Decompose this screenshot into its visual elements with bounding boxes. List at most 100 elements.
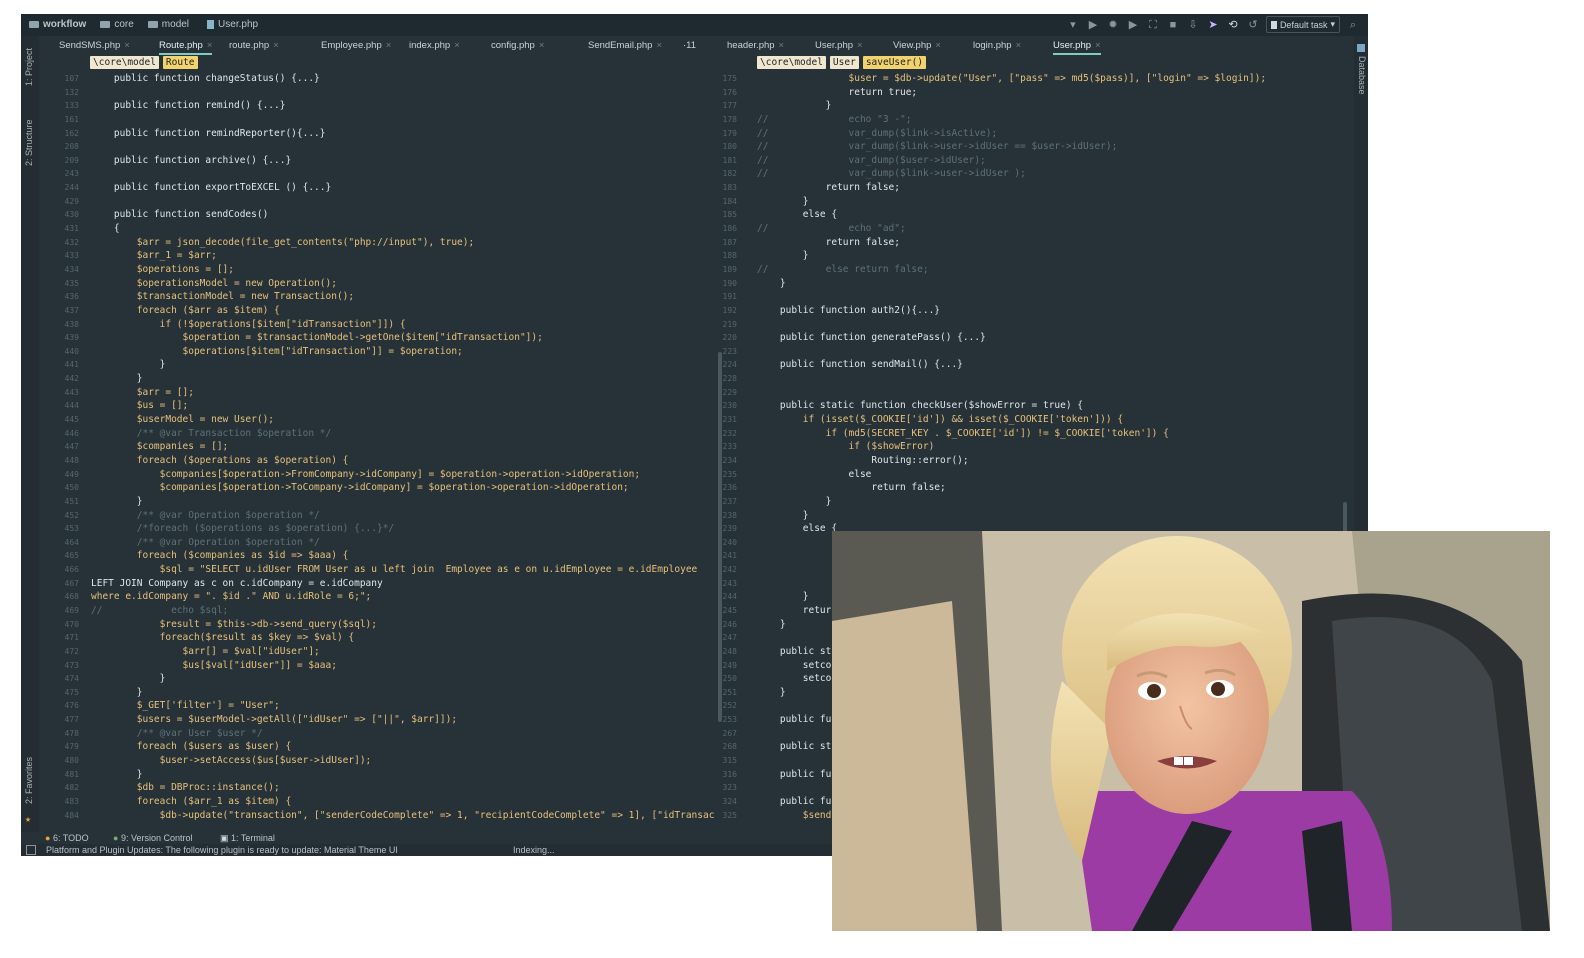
code-line[interactable] xyxy=(91,167,714,181)
code-line[interactable]: // echo "ad"; xyxy=(757,222,1266,236)
code-line[interactable]: $operation = $transactionModel->getOne($… xyxy=(91,331,714,345)
code-line[interactable]: Routing::error(); xyxy=(757,454,1266,468)
code-line[interactable]: if (!$operations[$item["idTransaction"]]… xyxy=(91,318,714,332)
close-icon[interactable]: × xyxy=(207,40,213,51)
method-crumb[interactable]: saveUser() xyxy=(862,56,927,69)
left-editor[interactable]: 107 132 133 161 162 208 209 243 244 429 430 431 432 4… xyxy=(39,72,729,832)
close-icon[interactable]: × xyxy=(656,40,662,51)
code-line[interactable]: public function sendCodes() xyxy=(91,208,714,222)
structure-panel-toggle[interactable]: 2: Structure xyxy=(24,119,34,166)
code-line[interactable] xyxy=(757,290,1266,304)
code-line[interactable]: public function auth2(){...} xyxy=(757,304,1266,318)
code-line[interactable]: $transactionModel = new Transaction(); xyxy=(91,290,714,304)
code-line[interactable]: public function sendMail() {...} xyxy=(757,358,1266,372)
code-line[interactable]: public function generatePass() {...} xyxy=(757,331,1266,345)
tab-route[interactable]: Route.php × xyxy=(159,40,213,55)
close-icon[interactable]: × xyxy=(1016,40,1022,51)
code-line[interactable]: if ($showError) xyxy=(757,440,1266,454)
code-line[interactable]: } xyxy=(91,686,714,700)
code-line[interactable]: $arr = json_decode(file_get_contents("ph… xyxy=(91,236,714,250)
favorites-panel-toggle[interactable]: 2: Favorites xyxy=(24,757,34,804)
code-line[interactable] xyxy=(757,345,1266,359)
code-line[interactable]: $result = $this->db->send_query($sql); xyxy=(91,618,714,632)
code-line[interactable]: } xyxy=(757,277,1266,291)
code-line[interactable] xyxy=(91,140,714,154)
code-line[interactable]: else { xyxy=(757,208,1266,222)
code-line[interactable]: public function archive() {...} xyxy=(91,154,714,168)
code-line[interactable]: } xyxy=(91,495,714,509)
code-line[interactable]: /** @var Operation $operation */ xyxy=(91,509,714,523)
class-crumb[interactable]: User xyxy=(829,56,859,69)
breadcrumb-item-model[interactable]: model xyxy=(162,19,189,30)
code-line[interactable]: /** @var User $user */ xyxy=(91,727,714,741)
code-line[interactable] xyxy=(91,195,714,209)
code-line[interactable]: } xyxy=(91,358,714,372)
code-line[interactable]: } xyxy=(757,99,1266,113)
code-line[interactable] xyxy=(757,318,1266,332)
namespace-crumb[interactable]: \core\model xyxy=(90,56,159,69)
breadcrumb-item-workflow[interactable]: workflow xyxy=(43,19,86,30)
tab-index[interactable]: index.php × xyxy=(409,40,460,51)
history-icon[interactable]: ⟲ xyxy=(1226,18,1240,32)
code-line[interactable]: $sql = "SELECT u.idUser FROM User as u l… xyxy=(91,563,714,577)
code-line[interactable]: $db->update("transaction", ["senderCodeC… xyxy=(91,809,715,823)
code-line[interactable]: $us = []; xyxy=(91,399,714,413)
code-line[interactable]: } xyxy=(91,372,714,386)
close-icon[interactable]: × xyxy=(1095,40,1101,51)
code-line[interactable]: } xyxy=(91,672,714,686)
code-line[interactable]: public function changeStatus() {...} xyxy=(91,72,714,86)
breadcrumb-item-core[interactable]: core xyxy=(114,19,133,30)
layout-icon[interactable] xyxy=(26,845,36,855)
code-line[interactable]: public function exportToEXCEL () {...} xyxy=(91,181,714,195)
dropdown-icon[interactable]: ▾ xyxy=(1066,18,1080,32)
namespace-crumb[interactable]: \core\model xyxy=(757,56,826,69)
code-line[interactable]: $operationsModel = new Operation(); xyxy=(91,277,714,291)
code-line[interactable]: $users = $userModel->getAll(["idUser" =>… xyxy=(91,713,714,727)
code-line[interactable]: $user = $db->update("User", ["pass" => m… xyxy=(757,72,1267,86)
run-icon[interactable]: ▶ xyxy=(1086,18,1100,32)
code-line[interactable]: } xyxy=(757,509,1266,523)
code-line[interactable] xyxy=(91,86,714,100)
tab-overflow[interactable]: ·11 xyxy=(683,40,696,51)
tab-user[interactable]: User.php × xyxy=(815,40,863,51)
close-icon[interactable]: × xyxy=(454,40,460,51)
code-line[interactable]: // else return false; xyxy=(757,263,1266,277)
version-control-tab[interactable]: ● 9: Version Control xyxy=(113,833,193,843)
code-line[interactable]: foreach($result as $key => $val) { xyxy=(91,631,714,645)
search-icon[interactable]: ⌕ xyxy=(1346,18,1360,32)
code-line[interactable]: } xyxy=(757,249,1266,263)
code-line[interactable]: foreach ($arr as $item) { xyxy=(91,304,714,318)
code-line[interactable]: if (md5(SECRET_KEY . $_COOKIE['id']) != … xyxy=(757,427,1266,441)
code-line[interactable]: foreach ($companies as $id => $aaa) { xyxy=(91,549,714,563)
code-line[interactable]: $companies[$operation->ToCompany->idComp… xyxy=(91,481,714,495)
commit-icon[interactable]: ➤ xyxy=(1206,18,1220,32)
close-icon[interactable]: × xyxy=(857,40,863,51)
class-crumb[interactable]: Route xyxy=(162,56,198,69)
tab-user-active[interactable]: User.php × xyxy=(1053,40,1101,55)
code-line[interactable]: $db = DBProc::instance(); xyxy=(91,781,714,795)
code-line[interactable]: foreach ($operations as $operation) { xyxy=(91,454,714,468)
tab-config[interactable]: config.php × xyxy=(491,40,544,51)
close-icon[interactable]: × xyxy=(273,40,279,51)
code-line[interactable]: $arr_1 = $arr; xyxy=(91,249,714,263)
code-line[interactable]: public function remind() {...} xyxy=(91,99,714,113)
close-icon[interactable]: × xyxy=(386,40,392,51)
code-line[interactable]: $arr = []; xyxy=(91,386,714,400)
code-line[interactable]: // var_dump($link->user->idUser == $user… xyxy=(757,140,1266,154)
code-line[interactable]: $_GET['filter'] = "User"; xyxy=(91,699,714,713)
code-line[interactable]: foreach ($users as $user) { xyxy=(91,740,714,754)
code-line[interactable]: // echo $sql; xyxy=(91,604,714,618)
code-line[interactable]: $arr[] = $val["idUser"]; xyxy=(91,645,714,659)
code-line[interactable]: return false; xyxy=(757,481,1266,495)
profile-icon[interactable]: ⛶ xyxy=(1146,18,1160,32)
code-line[interactable]: // var_dump($link->user->idUser ); xyxy=(757,167,1266,181)
close-icon[interactable]: × xyxy=(779,40,785,51)
stop-icon[interactable]: ■ xyxy=(1166,18,1180,32)
code-line[interactable]: public function remindReporter(){...} xyxy=(91,127,714,141)
project-panel-toggle[interactable]: 1: Project xyxy=(24,48,34,86)
code-line[interactable]: $companies = []; xyxy=(91,440,714,454)
code-line[interactable]: public static function checkUser($showEr… xyxy=(757,399,1266,413)
tab-header[interactable]: header.php × xyxy=(727,40,784,51)
code-line[interactable]: } xyxy=(757,495,1266,509)
code-line[interactable]: { xyxy=(91,222,714,236)
